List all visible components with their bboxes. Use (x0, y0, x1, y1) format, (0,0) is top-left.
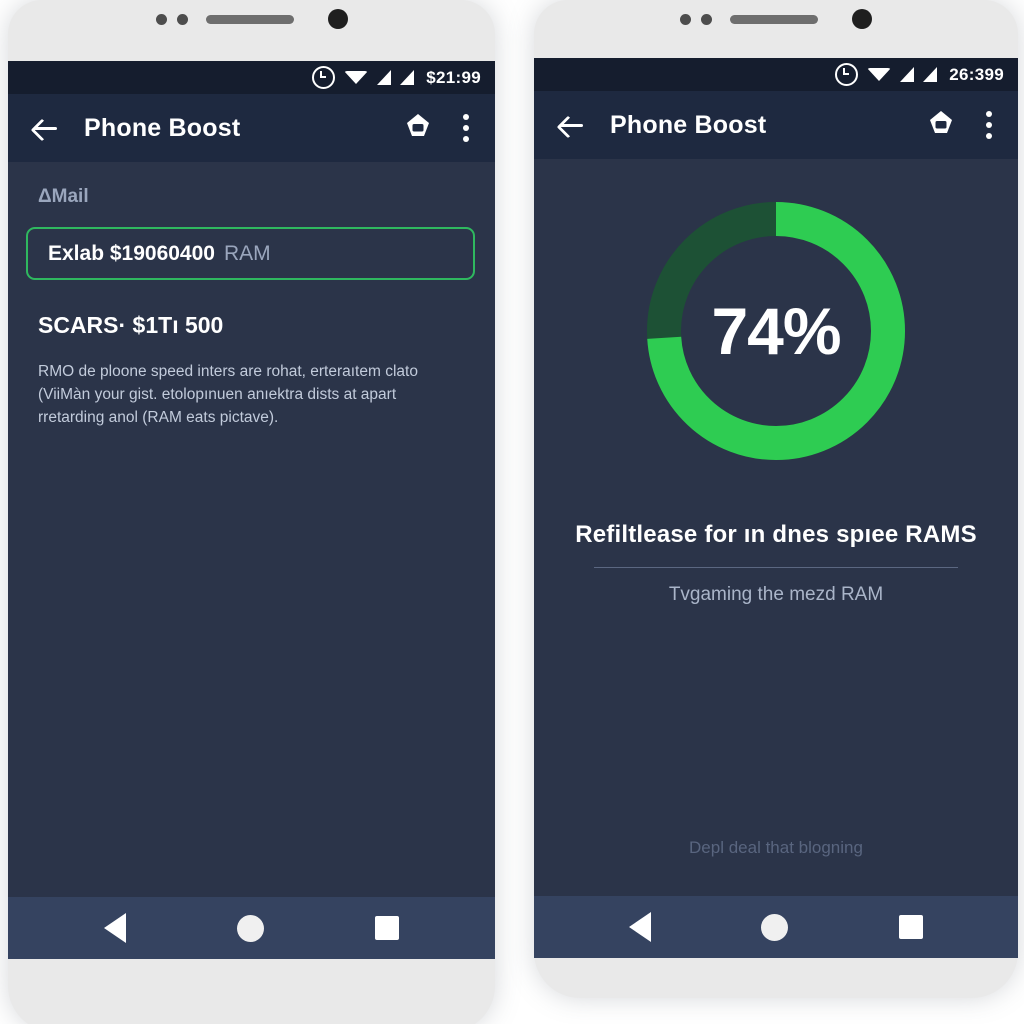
description-text: RMO de ploone speed inters are rohat, er… (38, 363, 418, 426)
nav-home-icon[interactable] (236, 914, 264, 942)
wifi-icon (867, 68, 892, 81)
ram-input-field[interactable]: Exlab $19060400 RAM (26, 227, 475, 280)
signal-icon-2 (923, 67, 938, 82)
ram-input-unit: RAM (223, 241, 271, 265)
proximity-sensor-icon (155, 13, 167, 25)
nav-recent-icon[interactable] (898, 915, 923, 939)
content-area-right: 74% Refiltlease for ın dnes spıee RAMS T… (534, 159, 1018, 896)
result-title: Refiltlease for ın dnes spıee RAMS (575, 521, 977, 548)
phone-bezel-left (8, 0, 495, 38)
overflow-menu-icon[interactable] (455, 110, 477, 146)
status-bar-right: 26:399 (534, 58, 1018, 91)
proximity-sensor-icon (680, 13, 691, 25)
stat-heading: SCARS· $1Tı 500 (38, 312, 224, 338)
nav-recent-icon[interactable] (375, 916, 400, 940)
result-subtitle: Tvgaming the mezd RAM (668, 584, 884, 605)
earpiece-speaker-icon (205, 14, 294, 24)
status-bar-left: $21:99 (8, 61, 495, 94)
earpiece-speaker-icon (730, 14, 818, 24)
footer-note: Depl deal that blogning (689, 838, 863, 857)
back-arrow-icon[interactable] (30, 113, 60, 143)
app-bar-left: Phone Boost (8, 94, 495, 162)
android-nav-bar-left (8, 897, 495, 959)
page-title: Phone Boost (610, 110, 767, 139)
android-nav-bar-right (534, 896, 1018, 958)
light-sensor-icon (176, 13, 188, 25)
section-label: ΔMail (38, 186, 89, 207)
status-bar-clock: $21:99 (426, 67, 481, 87)
phone-device-right: 26:399 Phone Boost 74% Refiltlease for ı… (534, 0, 1018, 998)
signal-icon-1 (900, 67, 915, 82)
screenshot-root: $21:99 Phone Boost ΔMail Exlab $19060400… (0, 0, 1024, 1024)
nav-back-icon[interactable] (629, 912, 652, 942)
ram-usage-donut-chart: 74% (534, 195, 1018, 467)
nav-home-icon[interactable] (761, 913, 789, 941)
nav-back-icon[interactable] (103, 913, 126, 943)
wifi-icon (344, 71, 369, 84)
shield-badge-icon[interactable] (926, 108, 956, 143)
result-divider (594, 567, 958, 568)
signal-icon-2 (400, 70, 415, 85)
clock-badge-icon (312, 66, 336, 89)
clock-badge-icon (835, 63, 859, 86)
back-arrow-icon[interactable] (556, 110, 586, 140)
content-area-left: ΔMail Exlab $19060400 RAM SCARS· $1Tı 50… (8, 162, 495, 897)
signal-icon-1 (377, 70, 392, 85)
page-title: Phone Boost (84, 113, 241, 142)
ram-percentage-value: 74% (711, 294, 841, 368)
phone-device-left: $21:99 Phone Boost ΔMail Exlab $19060400… (8, 0, 495, 1024)
status-bar-clock: 26:399 (949, 64, 1004, 84)
phone-screen-right: 26:399 Phone Boost 74% Refiltlease for ı… (534, 58, 1018, 958)
overflow-menu-icon[interactable] (978, 107, 1000, 143)
phone-bezel-right (534, 0, 1018, 38)
front-camera-icon (852, 9, 872, 29)
phone-screen-left: $21:99 Phone Boost ΔMail Exlab $19060400… (8, 61, 495, 959)
app-bar-right: Phone Boost (534, 91, 1018, 159)
light-sensor-icon (701, 13, 712, 25)
front-camera-icon (327, 9, 348, 29)
shield-badge-icon[interactable] (403, 111, 433, 146)
ram-input-value: Exlab $19060400 (48, 241, 215, 265)
